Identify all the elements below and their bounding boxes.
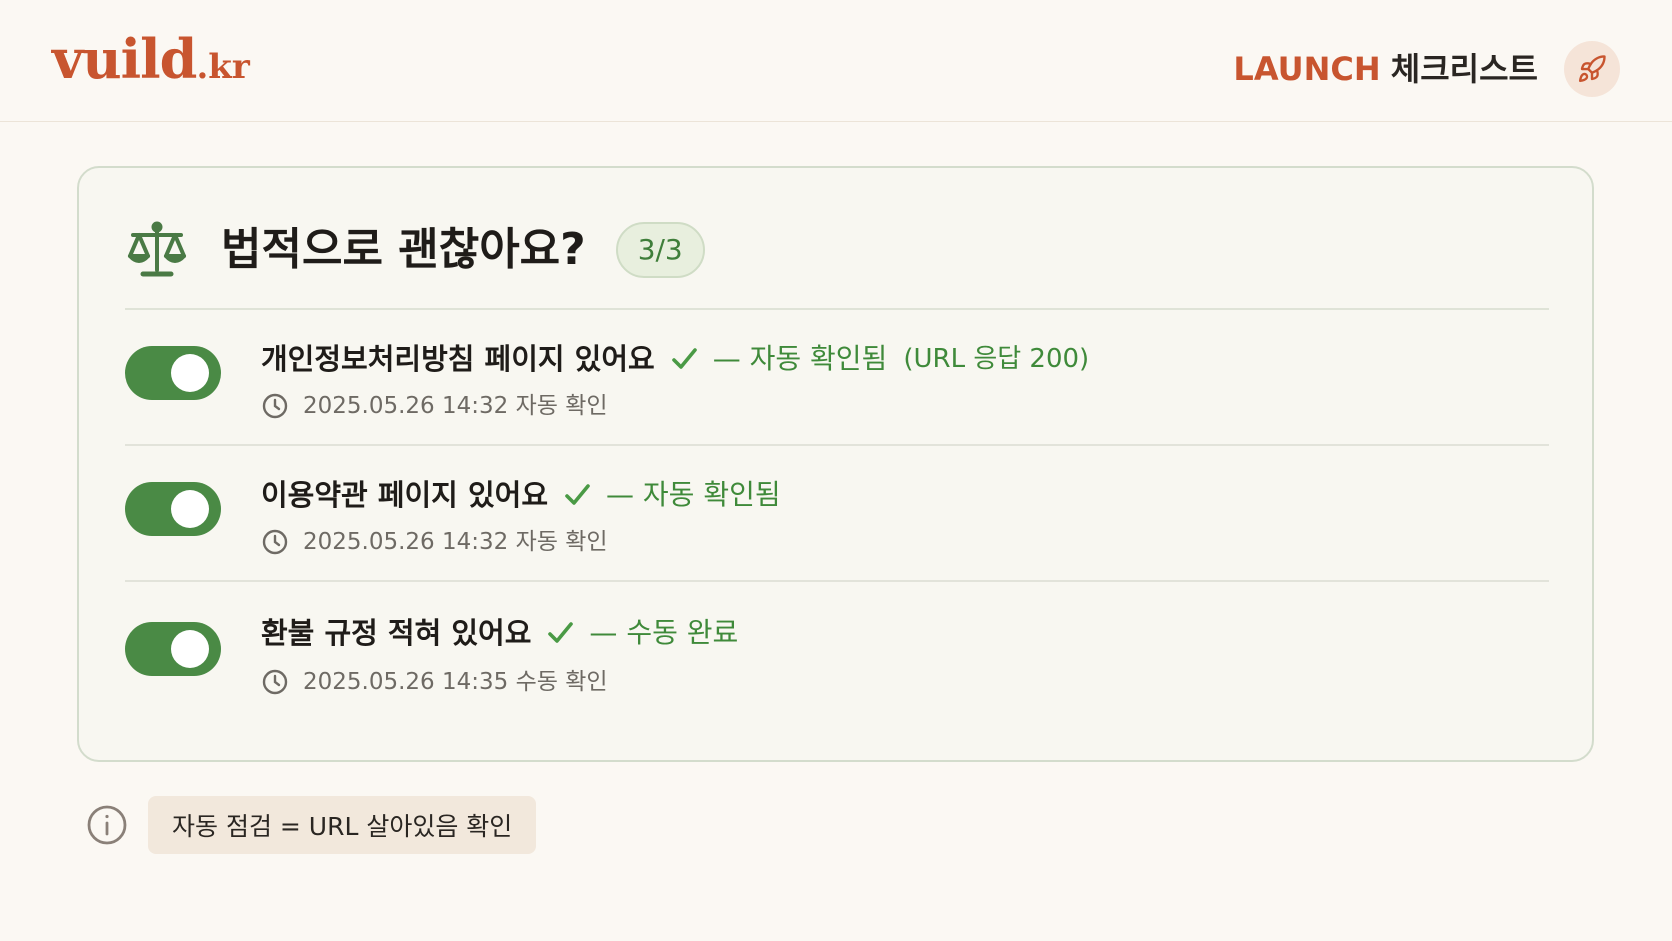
check-icon xyxy=(669,344,699,374)
card-header: 법적으로 괜찮아요? 3/3 xyxy=(125,214,1545,286)
clock-icon xyxy=(261,668,289,696)
item-line: 개인정보처리방침 페이지 있어요 — 자동 확인됨 (URL 응답 200) xyxy=(261,344,1089,374)
toggle-switch[interactable] xyxy=(125,622,221,676)
item-meta: 2025.05.26 14:32 자동 확인 xyxy=(261,528,608,556)
item-status: — 자동 확인됨 xyxy=(606,478,781,511)
item-status: — 수동 완료 xyxy=(589,616,739,649)
item-timestamp: 2025.05.26 14:32 자동 확인 xyxy=(303,392,608,419)
item-line: 환불 규정 적혀 있어요 — 수동 완료 xyxy=(261,618,738,648)
section-title: 법적으로 괜찮아요? xyxy=(221,224,586,275)
item-title: 환불 규정 적혀 있어요 xyxy=(261,615,532,650)
check-icon xyxy=(562,480,592,510)
item-title: 이용약관 페이지 있어요 xyxy=(261,477,548,512)
item-status-note: (URL 응답 200) xyxy=(903,344,1090,374)
toggle-switch[interactable] xyxy=(125,482,221,536)
rocket-icon xyxy=(1578,55,1606,83)
header-right: LAUNCH 체크리스트 xyxy=(1233,40,1620,98)
item-status: — 자동 확인됨 xyxy=(712,342,888,375)
item-meta: 2025.05.26 14:32 자동 확인 xyxy=(261,392,608,420)
page-title: LAUNCH 체크리스트 xyxy=(1233,53,1538,85)
app-header: vuild.kr LAUNCH 체크리스트 xyxy=(0,0,1672,122)
rocket-button[interactable] xyxy=(1564,41,1620,97)
legal-checklist-card: 법적으로 괜찮아요? 3/3 개인정보처리방침 페이지 있어요 — 자동 확인됨… xyxy=(77,166,1594,762)
checklist-item-terms: 이용약관 페이지 있어요 — 자동 확인됨 2025.05.26 14:32 자… xyxy=(125,446,1549,582)
brand-tld: .kr xyxy=(196,47,250,87)
toggle-knob xyxy=(171,354,209,392)
scale-icon xyxy=(125,220,189,280)
page-title-accent: LAUNCH xyxy=(1233,50,1381,88)
info-icon xyxy=(86,804,128,846)
toggle-knob xyxy=(171,490,209,528)
brand-name: vuild xyxy=(52,27,197,91)
toggle-knob xyxy=(171,630,209,668)
toggle-switch[interactable] xyxy=(125,346,221,400)
clock-icon xyxy=(261,528,289,556)
brand-logo[interactable]: vuild.kr xyxy=(52,32,250,86)
item-meta: 2025.05.26 14:35 수동 확인 xyxy=(261,668,608,696)
item-title: 개인정보처리방침 페이지 있어요 xyxy=(261,341,655,376)
item-timestamp: 2025.05.26 14:35 수동 확인 xyxy=(303,668,608,695)
footer-info: 자동 점검 = URL 살아있음 확인 xyxy=(86,796,537,854)
progress-count-badge: 3/3 xyxy=(615,222,705,278)
checklist-item-refund-policy: 환불 규정 적혀 있어요 — 수동 완료 2025.05.26 14:35 수동… xyxy=(125,582,1549,718)
check-icon xyxy=(545,618,575,648)
checklist-item-privacy-policy: 개인정보처리방침 페이지 있어요 — 자동 확인됨 (URL 응답 200) 2… xyxy=(125,310,1549,446)
item-line: 이용약관 페이지 있어요 — 자동 확인됨 xyxy=(261,480,781,510)
clock-icon xyxy=(261,392,289,420)
page-title-rest: 체크리스트 xyxy=(1390,50,1538,88)
info-note: 자동 점검 = URL 살아있음 확인 xyxy=(148,796,537,854)
item-timestamp: 2025.05.26 14:32 자동 확인 xyxy=(303,528,608,555)
